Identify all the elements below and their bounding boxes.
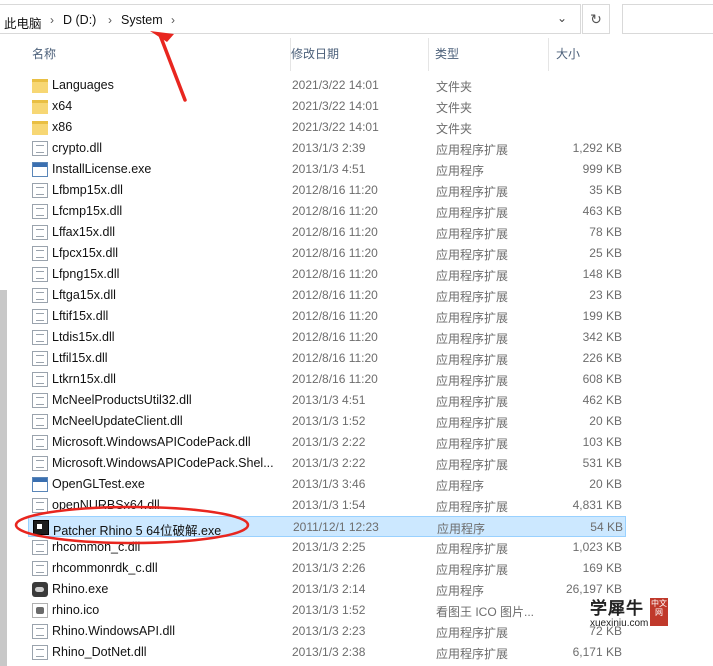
watermark-url: xuexiniu.com — [590, 618, 649, 629]
watermark-logo: 学犀牛 中文网 xuexiniu.com — [584, 594, 676, 634]
watermark-badge: 中文网 — [650, 598, 668, 626]
annotation-ellipse — [14, 505, 250, 545]
watermark-title: 学犀牛 — [590, 599, 644, 618]
